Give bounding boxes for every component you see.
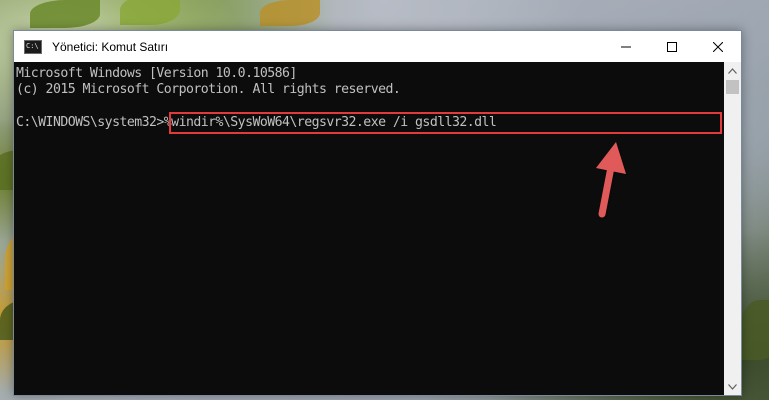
minimize-button[interactable] [603,31,649,62]
close-icon [713,41,723,52]
wallpaper-leaf [120,0,180,25]
console-output[interactable]: Microsoft Windows [Version 10.0.10586] (… [14,62,724,395]
maximize-button[interactable] [649,31,695,62]
maximize-icon [667,41,677,52]
title-bar[interactable]: Yönetici: Komut Satırı [14,31,741,62]
wallpaper-leaf [740,300,769,360]
command-highlight-box [169,112,722,134]
wallpaper-leaf [30,0,100,28]
scroll-thumb[interactable] [726,80,739,94]
command-prompt-window[interactable]: Yönetici: Komut Satırı Microsoft Windo [13,30,742,396]
scroll-down-button[interactable] [724,378,741,395]
chevron-up-icon [728,67,737,74]
command-prompt-icon[interactable] [24,39,42,54]
minimize-icon [621,46,631,47]
close-button[interactable] [695,31,741,62]
window-controls [603,31,741,62]
vertical-scrollbar[interactable] [724,62,741,395]
wallpaper-leaf [260,0,320,26]
window-title: Yönetici: Komut Satırı [52,39,169,54]
console-line: (c) 2015 Microsoft Corporotion. All righ… [16,82,401,97]
console-line: Microsoft Windows [Version 10.0.10586] [16,66,297,81]
chevron-down-icon [728,383,737,390]
red-arrow-icon [596,142,626,218]
scroll-up-button[interactable] [724,62,741,79]
